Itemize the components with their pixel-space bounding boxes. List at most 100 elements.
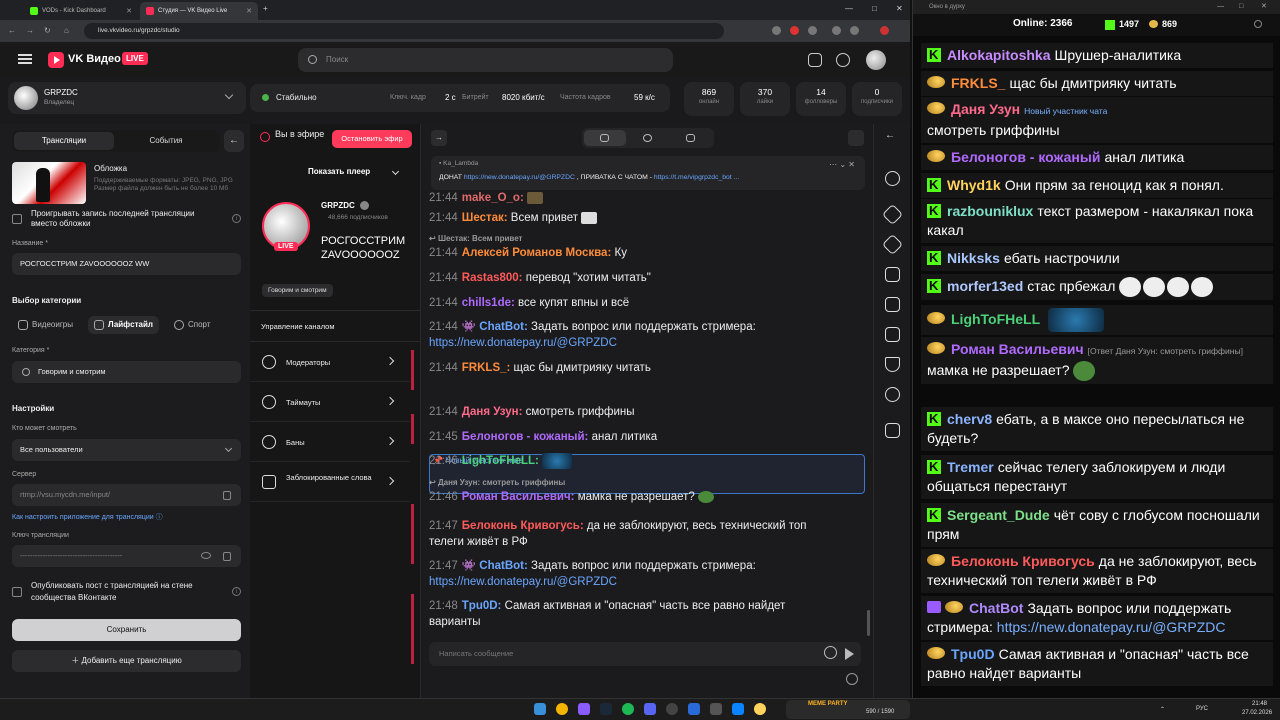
maximize-icon[interactable]: □ [872,4,877,13]
chat-bubble-icon[interactable] [885,387,900,402]
minimize-icon[interactable]: — [845,4,853,13]
back-arrow-icon[interactable]: ← [885,130,900,145]
chat-settings-icon[interactable] [846,673,858,685]
app-icon[interactable] [732,703,744,715]
category-input[interactable]: Говорим и смотрим [12,361,241,383]
close-icon[interactable]: ✕ [126,7,132,15]
cover-image[interactable] [12,162,86,204]
category-games-chip[interactable]: Видеоигры [12,316,79,334]
list-icon[interactable] [885,297,900,312]
telegram-link[interactable]: https://t.me/vipgrpzdc_bot ... [654,174,739,181]
send-icon[interactable] [845,648,854,660]
settings-icon[interactable] [1254,20,1262,28]
steam-icon[interactable] [600,703,612,715]
tab-users[interactable] [670,130,712,146]
stats-icon[interactable] [885,327,900,342]
message-user[interactable]: Белоногов - кожаный: [462,431,589,443]
minimize-icon[interactable]: — [1217,0,1224,14]
app-icon[interactable] [688,703,700,715]
message-user[interactable]: Белоконь Кривогусь: [462,520,584,532]
setup-help-link[interactable]: Как настроить приложение для трансляции … [12,512,163,522]
chrome-icon[interactable] [556,703,568,715]
message-user[interactable]: Алексей Романов Москва: [462,247,612,259]
copy-icon[interactable] [223,552,231,561]
chevron-down-icon[interactable]: ⌄ [839,160,846,169]
avatar[interactable] [866,50,886,70]
profile-icon[interactable] [850,26,859,35]
manage-blocked-words[interactable]: Заблокированные слова [250,462,410,502]
home-icon[interactable]: ⌂ [64,26,69,35]
gem-icon[interactable] [881,233,904,256]
close-icon[interactable]: ✕ [848,160,855,169]
category-sport-chip[interactable]: Спорт [168,316,217,334]
notifications-icon[interactable] [808,53,822,67]
message-user[interactable]: ChatBot: [479,321,528,333]
eye-icon[interactable] [201,552,211,559]
new-tab-icon[interactable]: + [263,4,268,13]
menu-icon[interactable] [880,26,889,35]
stream-channel-name[interactable]: GRPZDC [321,201,355,210]
forward-icon[interactable]: → [26,26,34,35]
message-user[interactable]: FRKLS_: [462,362,511,374]
add-content-icon[interactable] [836,53,850,67]
app-icon[interactable] [710,703,722,715]
manage-bans[interactable]: Баны [250,422,410,462]
menu-burger-icon[interactable] [18,54,32,64]
message-user[interactable]: Роман Васильевич: [462,491,575,503]
clock-date[interactable]: 27.02.2026 [1242,710,1272,716]
obs-icon[interactable] [666,703,678,715]
search-input[interactable]: Поиск [298,48,673,72]
message-link[interactable]: https://new.donatepay.ru/@GRPZDC [429,576,617,588]
clock-time[interactable]: 21:48 [1252,701,1267,707]
tray-chevron-icon[interactable]: ⌃ [1160,706,1165,713]
who-watch-select[interactable]: Все пользователи [12,439,241,461]
close-icon[interactable]: ✕ [246,7,252,15]
trophy-icon[interactable] [885,357,900,372]
message-user[interactable]: LighToFHeLL: [462,455,539,467]
play-last-checkbox[interactable] [12,214,22,224]
category-lifestyle-chip[interactable]: Лайфстайл [88,316,159,334]
downloads-icon[interactable] [832,26,841,35]
extension-icon[interactable] [790,26,799,35]
address-bar[interactable]: live.vkvideo.ru/grpzdc/studio [84,23,724,39]
tab-streams[interactable]: Трансляции [14,132,114,150]
vk-video-logo-icon[interactable] [48,52,64,68]
language-indicator[interactable]: РУС [1196,706,1208,712]
logo-text[interactable]: VK Видео [68,53,121,65]
dice-icon[interactable] [885,267,900,282]
message-user[interactable]: Tpu0D: [462,600,502,612]
show-player-button[interactable]: Показать плеер [308,167,370,176]
extension-icon[interactable] [772,26,781,35]
window-close-icon[interactable]: ✕ [896,4,903,13]
stream-key-input[interactable]: ----------------------------------------… [12,545,241,567]
message-user[interactable]: ChatBot: [479,560,528,572]
tab-chat[interactable] [584,130,626,146]
chevron-down-icon[interactable] [391,167,400,176]
meme-party-widget[interactable]: MEME PARTY 590 / 1590 [786,700,910,719]
app-icon[interactable] [754,703,766,715]
browser-tab-vk-studio[interactable]: Студия — VK Видео Live ✕ [140,2,258,20]
title-input[interactable]: РОСГОССТРИМ ZAVOOOOOOZ WW [12,253,241,275]
save-button[interactable]: Сохранить [12,619,241,641]
message-user[interactable]: Rastas800: [462,272,523,284]
app-icon[interactable] [578,703,590,715]
window-close-icon[interactable]: ✕ [1261,0,1267,14]
manage-moderators[interactable]: Модераторы [250,342,410,382]
back-icon[interactable]: ← [8,26,16,35]
info-icon[interactable]: i [232,587,241,596]
server-input[interactable]: rtmp://vsu.mycdn.me/input/ [12,484,241,506]
manage-timeouts[interactable]: Таймауты [250,382,410,422]
diamond-icon[interactable] [881,203,904,226]
channel-selector[interactable]: GRPZDC Владелец [8,82,246,114]
reload-icon[interactable]: ↻ [44,26,51,35]
chat-scrollbar[interactable] [867,610,870,636]
message-user[interactable]: make_O_o: [462,192,524,204]
gear-icon[interactable] [885,171,900,186]
add-stream-button[interactable]: ＋ Добавить еще трансляцию [12,650,241,672]
message-user[interactable]: Даня Узун: [462,406,523,418]
chat-message-input[interactable]: Написать сообщение [429,642,861,666]
start-icon[interactable] [534,703,546,715]
message-link[interactable]: https://new.donatepay.ru/@GRPZDC [429,337,617,349]
tab-mentions[interactable] [627,130,669,146]
video-icon[interactable] [885,423,900,438]
